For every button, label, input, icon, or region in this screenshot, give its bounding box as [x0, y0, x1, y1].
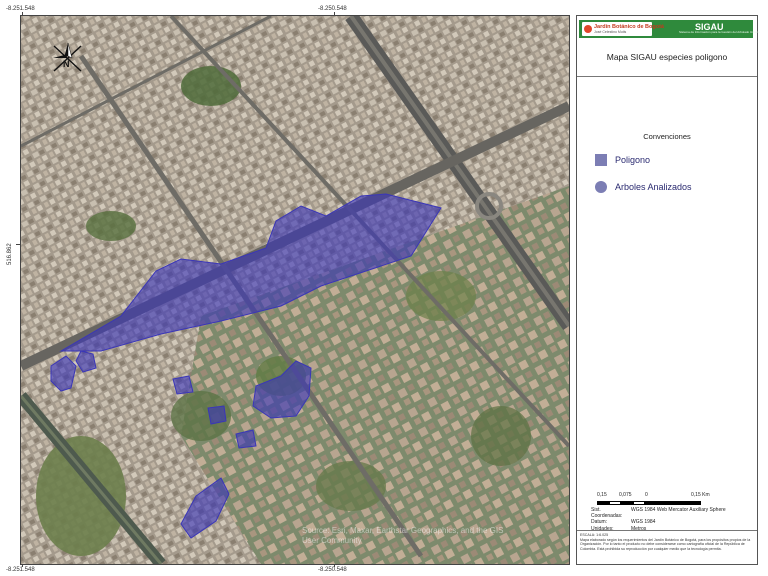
crs-key: Sist. Coordenadas: — [591, 507, 623, 520]
legend-panel: Jardín Botánico de Bogotá José Celestino… — [576, 15, 760, 565]
tree-point-symbol-icon — [595, 181, 607, 193]
scale-tick-label: 0,15 — [597, 492, 607, 498]
coord-top-left: -8.251.548 — [6, 6, 35, 12]
jbb-logo: Jardín Botánico de Bogotá José Celestino… — [582, 22, 664, 36]
brand-subtitle: Sistema de Información para la Gestión d… — [679, 30, 760, 34]
legend-item-arboles: Arboles Analizados — [595, 181, 692, 193]
north-arrow-icon: N — [51, 41, 85, 75]
legend-item-poligono: Poligono — [595, 154, 650, 166]
scale-segment — [597, 501, 609, 505]
logo-subtitle: José Celestino Mutis — [594, 30, 627, 34]
scale-tick-label: 0,075 — [619, 492, 632, 498]
legend-label: Arboles Analizados — [615, 182, 692, 192]
coord-bottom-left: -8.251.548 — [6, 567, 35, 573]
species-polygon-4 — [172, 375, 194, 395]
satellite-imagery — [21, 16, 569, 564]
header-banner: Jardín Botánico de Bogotá José Celestino… — [579, 20, 760, 38]
coord-bottom-center: -8.250.548 — [318, 567, 347, 573]
disclaimer: Mapa elaborado según los requerimientos … — [580, 537, 751, 551]
coord-left-middle: 516.862 — [7, 243, 13, 265]
scale-segment — [609, 501, 621, 505]
scale-bar: 0,15 0,075 0 0,15 Km — [597, 492, 737, 505]
coord-top-center: -8.250.548 — [318, 6, 347, 12]
crs-value: WGS 1984 Web Mercator Auxiliary Sphere — [631, 507, 726, 513]
map-title: Mapa SIGAU especies poligono — [606, 52, 728, 62]
flower-icon — [584, 25, 592, 33]
divider — [577, 76, 757, 77]
map-attribution: Source: Esri, Maxar, Earthstar Geographi… — [302, 526, 504, 545]
map-footer: ESCALA: 1:6.025 Mapa elaborado según los… — [577, 530, 757, 553]
legend-label: Poligono — [615, 155, 651, 165]
species-polygon-5 — [207, 405, 227, 425]
scale-tick-label: 0 — [645, 492, 648, 498]
polygon-symbol-icon — [595, 154, 607, 166]
scale-segment — [645, 501, 701, 505]
north-label: N — [63, 59, 70, 69]
conventions-title: Convenciones — [643, 132, 691, 141]
scale-tick-label: 0,15 Km — [691, 492, 710, 498]
scale-segment — [621, 501, 633, 505]
crs-info: Sist. Coordenadas: WGS 1984 Web Mercator … — [591, 507, 726, 532]
map-view[interactable]: N — [20, 15, 570, 565]
scale-segment — [633, 501, 645, 505]
